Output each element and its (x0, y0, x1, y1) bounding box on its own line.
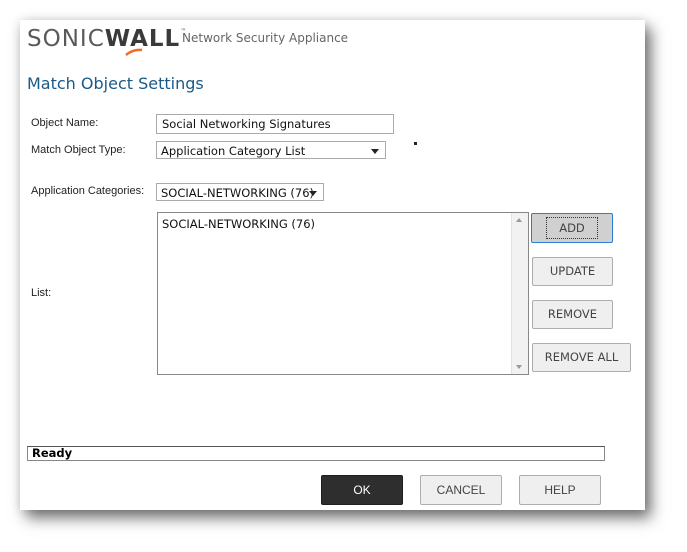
match-object-type-label: Match Object Type: (31, 144, 126, 156)
listbox-scrollbar[interactable] (511, 213, 528, 374)
add-button[interactable]: ADD (531, 213, 613, 243)
cancel-button[interactable]: CANCEL (420, 475, 502, 505)
match-object-type-select[interactable]: Application Category List (156, 141, 386, 159)
chevron-down-icon (309, 191, 317, 196)
scroll-up-arrow-icon[interactable] (516, 218, 522, 222)
update-button[interactable]: UPDATE (532, 257, 613, 286)
list-item[interactable]: SOCIAL-NETWORKING (76) (162, 217, 315, 231)
logo-text-wall: WALL (105, 26, 180, 56)
logo-text-sonic: SONIC (27, 26, 105, 52)
match-object-type-value: Application Category List (161, 144, 306, 158)
match-object-settings-window: SONIC WALL ™ Network Security Appliance … (20, 20, 645, 510)
application-categories-value: SOCIAL-NETWORKING (76) (161, 186, 315, 200)
remove-all-button[interactable]: REMOVE ALL (532, 343, 631, 372)
sonicwall-logo: SONIC WALL ™ (27, 24, 186, 56)
add-button-label: ADD (559, 221, 585, 235)
status-bar: Ready (27, 446, 605, 461)
cursor-mark (414, 142, 417, 145)
list-label: List: (31, 287, 52, 299)
categories-listbox[interactable]: SOCIAL-NETWORKING (76) (157, 212, 529, 375)
remove-button[interactable]: REMOVE (532, 300, 613, 329)
product-name: Network Security Appliance (182, 31, 349, 45)
ok-button[interactable]: OK (321, 475, 403, 505)
object-name-label: Object Name: (31, 117, 99, 129)
page-title: Match Object Settings (27, 74, 204, 93)
scroll-down-arrow-icon[interactable] (516, 365, 522, 369)
chevron-down-icon (371, 149, 379, 154)
object-name-input[interactable]: Social Networking Signatures (156, 114, 394, 134)
application-categories-label: Application Categories: (31, 185, 145, 197)
logo-swoosh-icon (124, 48, 142, 56)
help-button[interactable]: HELP (519, 475, 601, 505)
application-categories-select[interactable]: SOCIAL-NETWORKING (76) (156, 183, 324, 201)
